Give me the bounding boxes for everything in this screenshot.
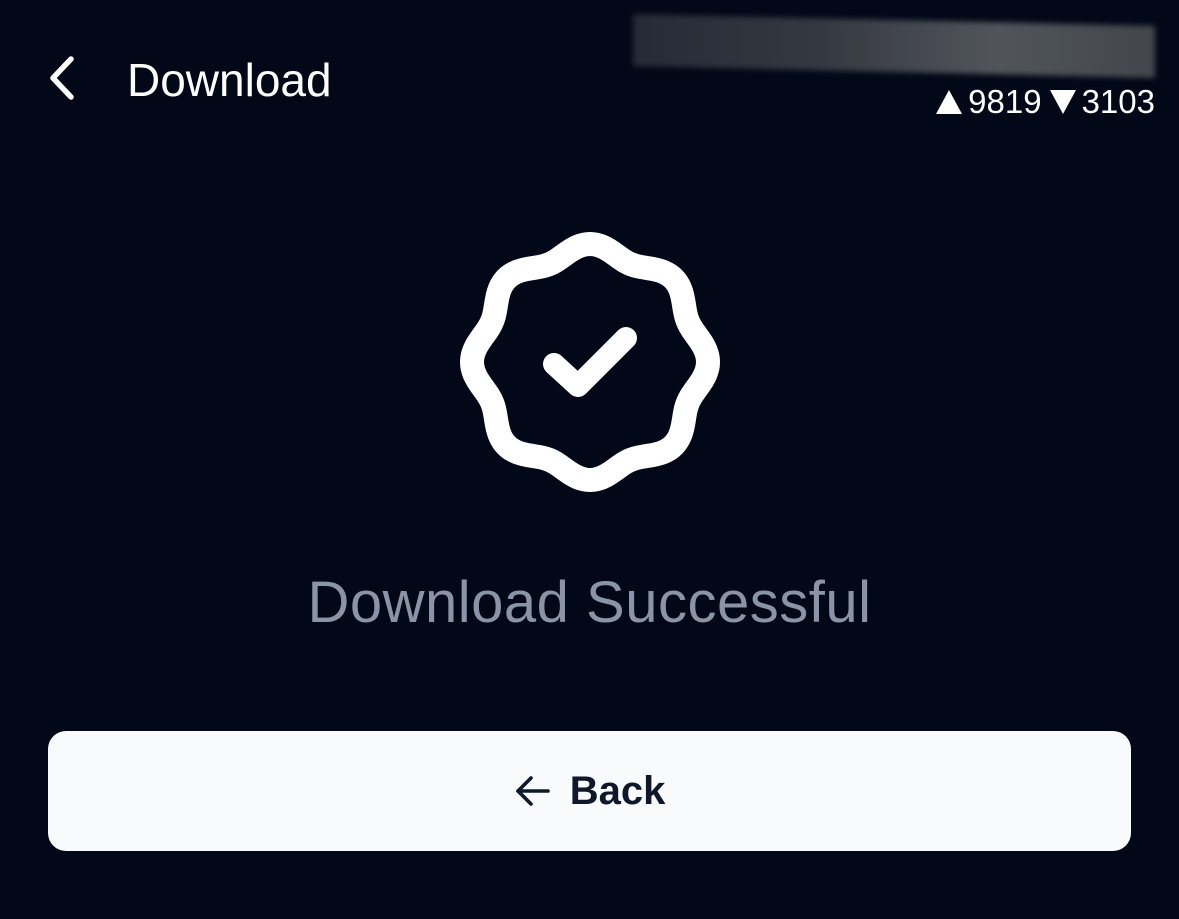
triangle-down-icon bbox=[1049, 90, 1076, 114]
back-chevron-button[interactable] bbox=[40, 54, 84, 106]
status-message: Download Successful bbox=[307, 570, 872, 635]
triangle-up-icon bbox=[936, 90, 963, 114]
badge-check-icon bbox=[456, 228, 724, 496]
back-button[interactable]: Back bbox=[48, 731, 1131, 851]
page-title: Download bbox=[127, 54, 332, 106]
download-stat: 3103 bbox=[1049, 82, 1155, 122]
arrow-left-icon bbox=[514, 772, 552, 810]
download-count: 3103 bbox=[1081, 83, 1155, 120]
redacted-region bbox=[633, 14, 1155, 78]
back-button-label: Back bbox=[569, 769, 666, 813]
upload-stat: 9819 bbox=[936, 82, 1042, 122]
chevron-left-icon bbox=[47, 55, 77, 106]
transfer-stats: 9819 3103 bbox=[936, 82, 1155, 122]
upload-count: 9819 bbox=[968, 83, 1042, 120]
